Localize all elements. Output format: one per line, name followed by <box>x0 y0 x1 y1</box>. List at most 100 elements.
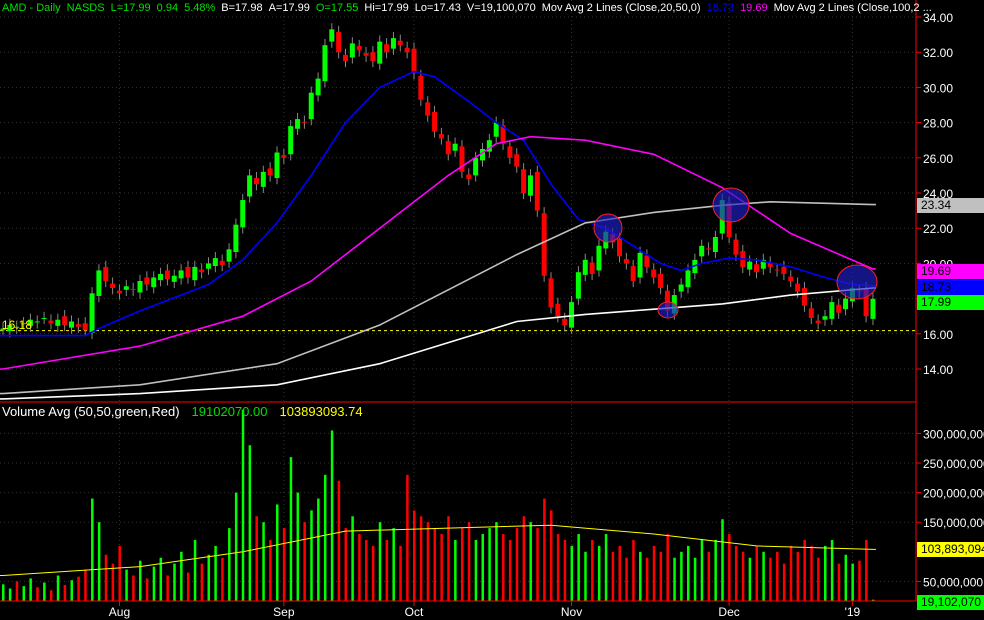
candle-up <box>260 171 266 187</box>
volume-bar <box>830 539 834 601</box>
volume-bar <box>776 551 779 601</box>
volume-tick-label: 300,000,000 <box>923 427 984 441</box>
volume-bar <box>577 534 580 601</box>
volume-bar <box>673 557 676 601</box>
candle-down <box>199 269 205 273</box>
volume-bar <box>844 554 848 601</box>
volume-bar <box>84 569 87 601</box>
candle-up <box>637 252 643 278</box>
volume-bar <box>186 572 190 601</box>
volume-bar <box>714 539 717 601</box>
grid-lines <box>0 0 916 601</box>
volume-bar <box>22 586 26 601</box>
candles <box>0 23 876 340</box>
candle-up <box>678 284 684 292</box>
volume-bar <box>344 528 347 601</box>
volume-bar <box>433 528 437 601</box>
ma50-value: 19.69 <box>740 2 768 14</box>
candle-down <box>267 168 273 176</box>
volume-bar <box>392 528 395 601</box>
annotation-circle <box>712 187 750 223</box>
volume-bar <box>851 563 854 601</box>
candle-down <box>363 53 369 56</box>
volume-bar <box>460 528 464 601</box>
candle-up <box>870 298 876 319</box>
volume-bar <box>591 539 594 601</box>
volume-bar <box>56 575 60 601</box>
volume-bar <box>666 534 669 601</box>
candle-up <box>137 281 143 293</box>
time-tick-label: Oct <box>405 605 424 619</box>
candle-up <box>843 298 849 310</box>
volume-bar <box>508 539 512 601</box>
volume-bar <box>515 528 519 601</box>
volume-bar <box>49 590 53 601</box>
volume-bar <box>467 522 471 601</box>
price-tick-label: 14.00 <box>923 363 953 377</box>
volume-bar <box>125 569 128 601</box>
ma20-value: 18.73 <box>706 2 735 14</box>
candle-down <box>219 260 225 266</box>
volume-bar <box>611 551 615 601</box>
volume-bar <box>145 578 149 601</box>
candle-down <box>356 46 362 51</box>
candle-up <box>274 152 280 179</box>
candle-down <box>445 141 451 155</box>
volume-bar <box>330 430 334 601</box>
change-pct: 5.48% <box>184 2 216 14</box>
volume-bar <box>132 575 135 601</box>
volume-bar <box>584 551 587 601</box>
candle-down <box>164 270 170 280</box>
candle-down <box>301 121 307 123</box>
volume-bar <box>550 510 553 601</box>
candle-up <box>575 272 581 299</box>
volume-bar <box>447 516 450 601</box>
volume-bar <box>543 498 546 601</box>
time-tick-label: Dec <box>718 605 739 619</box>
volume-bar <box>680 551 683 601</box>
candle-up <box>390 38 396 49</box>
price-tick-label: 16.00 <box>923 328 953 342</box>
candle-up <box>596 245 602 271</box>
volume-bar <box>728 534 731 601</box>
volume-bar <box>296 492 300 601</box>
candle-down <box>774 269 780 271</box>
volume-tick-label: 250,000,000 <box>923 457 984 471</box>
volume-label: Volume Avg (50,50,green,Red) <box>2 404 180 419</box>
volume-bar <box>734 545 738 601</box>
candle-up <box>829 302 835 319</box>
symbol: AMD - Daily <box>2 2 61 14</box>
candle-up <box>493 122 499 137</box>
candle-down <box>617 238 622 257</box>
volume-bar <box>91 498 94 601</box>
volume-value: 19102070.00 <box>191 404 268 419</box>
candle-up <box>295 119 301 129</box>
bid: B=17.98 <box>221 2 263 14</box>
candle-down <box>562 318 568 325</box>
candle-up <box>315 78 321 96</box>
candle-down <box>418 75 424 100</box>
volume-bar <box>440 534 443 601</box>
volume-bar <box>29 578 32 601</box>
candle-down <box>795 283 801 292</box>
candle-down <box>397 40 403 46</box>
candle-up <box>349 43 355 58</box>
volume-bar <box>97 522 101 601</box>
candle-down <box>425 102 431 116</box>
candle-down <box>411 48 417 74</box>
time-tick-label: Sep <box>273 605 295 619</box>
time-tick-label: Nov <box>561 605 582 619</box>
volume-bar <box>824 545 827 601</box>
volume-bar <box>365 539 368 601</box>
price-tick-label: 28.00 <box>923 117 953 131</box>
volume-bar <box>180 551 183 601</box>
price-tag: 17.99 <box>917 295 984 310</box>
candle-up <box>452 143 458 151</box>
candle-up <box>69 321 74 328</box>
exchange: NASDS <box>66 2 105 14</box>
volume-bar <box>645 557 649 601</box>
open: O=17.55 <box>315 2 359 14</box>
candle-up <box>322 45 328 82</box>
candle-down <box>116 290 122 294</box>
volume-bar <box>570 545 574 601</box>
